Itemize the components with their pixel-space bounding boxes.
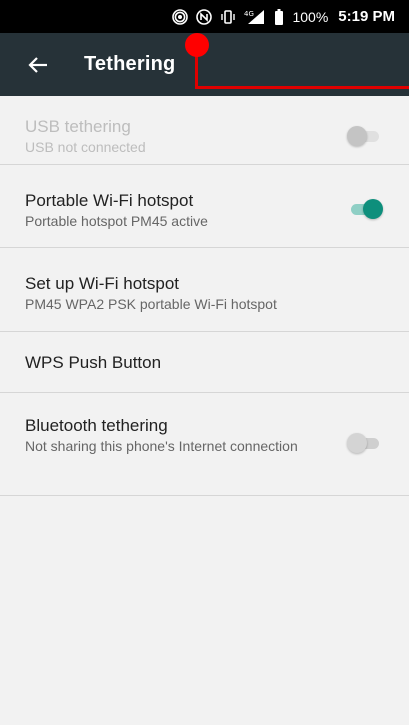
vibrate-icon — [220, 9, 236, 25]
arrow-back-icon — [28, 56, 47, 73]
annotation-line-horizontal — [195, 86, 409, 89]
battery-percentage: 100% — [292, 8, 329, 25]
wps-push-button-title: WPS Push Button — [25, 353, 162, 372]
back-button[interactable] — [10, 37, 66, 93]
usb-tethering-row[interactable]: USB tethering USB not connected — [0, 96, 409, 165]
wifi-hotspot-switch[interactable] — [347, 199, 383, 219]
wifi-hotspot-row[interactable]: Portable Wi-Fi hotspot Portable hotspot … — [0, 165, 409, 248]
wps-push-button-row[interactable]: WPS Push Button — [0, 332, 409, 393]
nfc-icon — [196, 8, 213, 25]
page-title: Tethering — [84, 53, 176, 75]
status-bar: 4G 100% 5:19 PM — [0, 0, 409, 33]
setup-wifi-hotspot-subtitle: PM45 WPA2 PSK portable Wi-Fi hotspot — [25, 296, 277, 312]
setup-wifi-hotspot-row[interactable]: Set up Wi-Fi hotspot PM45 WPA2 PSK porta… — [0, 248, 409, 332]
settings-list: USB tethering USB not connected Portable… — [0, 96, 409, 496]
annotation-marker-dot — [185, 33, 209, 57]
signal-4g-icon: 4G — [244, 9, 266, 25]
hotspot-icon — [172, 8, 189, 25]
svg-text:4G: 4G — [244, 10, 254, 18]
usb-tethering-subtitle: USB not connected — [25, 139, 146, 155]
setup-wifi-hotspot-title: Set up Wi-Fi hotspot — [25, 274, 180, 293]
wifi-hotspot-subtitle: Portable hotspot PM45 active — [25, 213, 208, 229]
clock: 5:19 PM — [338, 8, 395, 25]
annotation-line-vertical — [195, 52, 198, 88]
wifi-hotspot-title: Portable Wi-Fi hotspot — [25, 191, 194, 210]
bluetooth-tethering-subtitle: Not sharing this phone's Internet connec… — [25, 438, 298, 454]
usb-tethering-switch[interactable] — [347, 126, 383, 146]
battery-icon — [274, 8, 284, 25]
bluetooth-tethering-switch[interactable] — [347, 433, 383, 453]
bluetooth-tethering-row[interactable]: Bluetooth tethering Not sharing this pho… — [0, 393, 409, 496]
usb-tethering-title: USB tethering — [25, 117, 131, 136]
bluetooth-tethering-title: Bluetooth tethering — [25, 416, 168, 435]
